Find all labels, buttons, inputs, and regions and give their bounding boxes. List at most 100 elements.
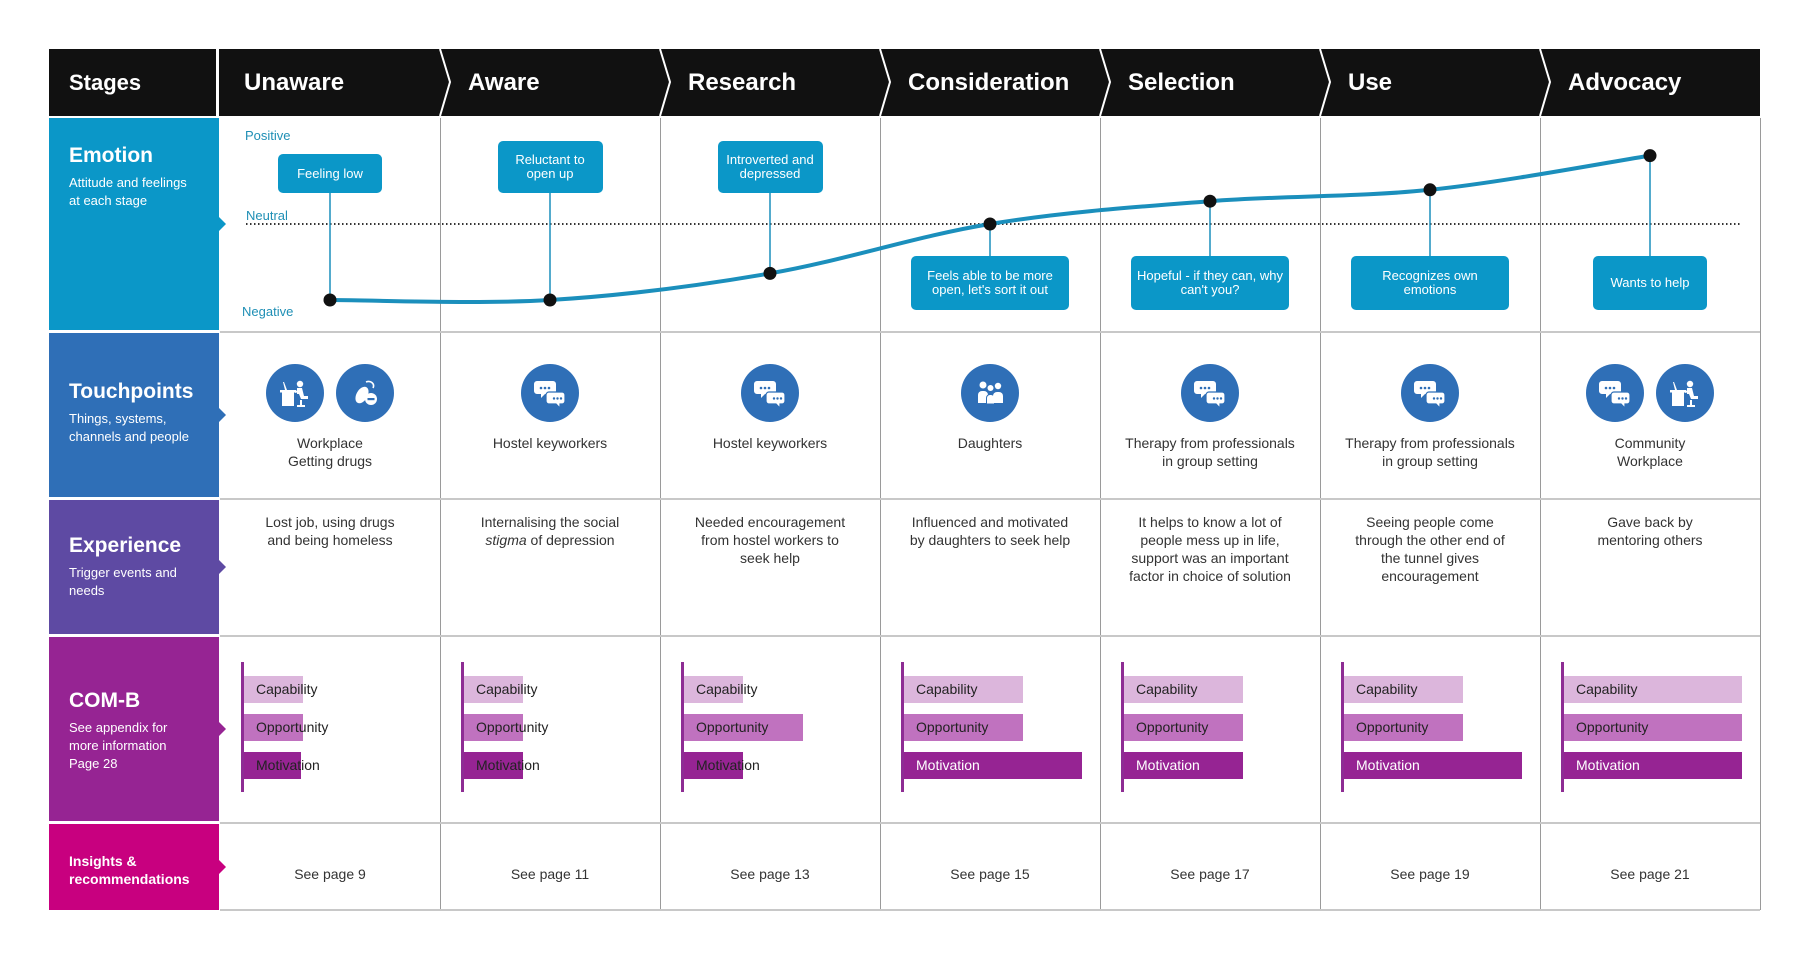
touchpoint-icons	[1540, 364, 1760, 422]
touchpoint-icons	[1320, 364, 1540, 422]
experience-text-line: Gave back by	[1607, 514, 1693, 530]
experience-text-line: Needed encouragement	[694, 514, 846, 530]
experience-text: Needed encouragement from hostel workers …	[660, 513, 880, 567]
touchpoint-cell: Therapy from professionals in group setti…	[1320, 364, 1540, 470]
touchpoint-cell: Hostel keyworkers	[660, 364, 880, 452]
experience-text-line: Influenced and motivated	[911, 514, 1069, 530]
emotion-callout: Recognizes own emotions	[1351, 256, 1509, 310]
comb-bar-label: Capability	[1136, 681, 1198, 697]
experience-text: Lost job, using drugs and being homeless	[220, 513, 440, 549]
emotion-point-research	[763, 266, 777, 280]
emotion-point-use	[1423, 183, 1437, 197]
experience-text: Internalising the social stigma of depres…	[440, 513, 660, 549]
chat-bubbles-icon	[1586, 364, 1644, 422]
emotion-callout: Hopeful - if they can, why can't you?	[1131, 256, 1289, 310]
comb-bar-label: Opportunity	[1576, 719, 1649, 735]
touchpoint-label-line: Hostel keyworkers	[712, 435, 828, 451]
touchpoint-label: Hostel keyworkers	[440, 434, 660, 452]
touchpoint-label-line: Daughters	[957, 435, 1023, 451]
workplace-desk-icon	[1656, 364, 1714, 422]
chat-bubbles-icon	[521, 364, 579, 422]
touchpoint-icons	[440, 364, 660, 422]
emotion-callout: Wants to help	[1593, 256, 1707, 310]
experience-text: Seeing people come through the other end …	[1320, 513, 1540, 585]
experience-text-line: Internalising the social	[480, 514, 620, 530]
touchpoint-label-line: Therapy from professionals	[1345, 435, 1515, 451]
experience-text-line: It helps to know a lot of	[1138, 514, 1282, 530]
emotion-point-aware	[543, 293, 557, 307]
emotion-callout: Feels able to be more open, let's sort i…	[911, 256, 1069, 310]
touchpoint-icons	[220, 364, 440, 422]
experience-text-line: factor in choice of solution	[1129, 568, 1291, 584]
comb-bar-label: Opportunity	[1356, 719, 1429, 735]
insight-link[interactable]: See page 21	[1540, 864, 1760, 884]
comb-bar-label: Capability	[1356, 681, 1418, 697]
touchpoint-label-line: Community	[1614, 435, 1686, 451]
touchpoint-label-line: in group setting	[1382, 453, 1478, 469]
experience-text-line: through the other end of	[1355, 532, 1505, 548]
touchpoint-label: Workplace Getting drugs	[220, 434, 440, 470]
touchpoint-icons	[1100, 364, 1320, 422]
touchpoint-label-line: in group setting	[1162, 453, 1258, 469]
comb-bar-label: Capability	[476, 681, 538, 697]
comb-bar-label: Capability	[1576, 681, 1638, 697]
comb-bar-label: Opportunity	[696, 719, 769, 735]
experience-text-line: the tunnel gives	[1380, 550, 1480, 566]
chat-bubbles-icon	[1181, 364, 1239, 422]
experience-text-line: stigma of depression	[485, 532, 615, 548]
experience-text: Influenced and motivated by daughters to …	[880, 513, 1100, 549]
insight-link[interactable]: See page 13	[660, 864, 880, 884]
comb-bar-label: Motivation	[916, 757, 980, 773]
family-group-icon	[961, 364, 1019, 422]
insight-link[interactable]: See page 9	[220, 864, 440, 884]
comb-bar-label: Motivation	[696, 757, 760, 773]
experience-text-line: seek help	[740, 550, 800, 566]
experience-text: It helps to know a lot of people mess up …	[1100, 513, 1320, 585]
emotion-point-selection	[1203, 194, 1217, 208]
experience-text-line: mentoring others	[1597, 532, 1703, 548]
touchpoint-icons	[660, 364, 880, 422]
emotion-callout: Introverted and depressed	[717, 141, 823, 193]
touchpoint-label: Therapy from professionals in group setti…	[1320, 434, 1540, 470]
experience-text-line: by daughters to seek help	[909, 532, 1071, 548]
experience-text-line: support was an important	[1131, 550, 1289, 566]
comb-bar-label: Motivation	[1136, 757, 1200, 773]
touchpoint-cell: Therapy from professionals in group setti…	[1100, 364, 1320, 470]
experience-text: Gave back by mentoring others	[1540, 513, 1760, 549]
experience-text-line: and being homeless	[267, 532, 393, 548]
emotion-point-consideration	[983, 217, 997, 231]
touchpoint-cell: Daughters	[880, 364, 1100, 452]
emotion-point-advocacy	[1643, 149, 1657, 163]
touchpoint-cell: Hostel keyworkers	[440, 364, 660, 452]
comb-bar-label: Motivation	[476, 757, 540, 773]
touchpoint-label-line: Workplace	[1617, 453, 1683, 469]
touchpoint-cell: Workplace Getting drugs	[220, 364, 440, 470]
touchpoint-label: Community Workplace	[1540, 434, 1760, 470]
insight-link[interactable]: See page 11	[440, 864, 660, 884]
emotion-callout: Feeling low	[278, 154, 382, 193]
touchpoint-label-line: Workplace	[297, 435, 363, 451]
comb-bar-label: Capability	[256, 681, 318, 697]
touchpoint-label-line: Getting drugs	[287, 453, 373, 469]
touchpoint-label: Daughters	[880, 434, 1100, 452]
emotion-callout: Reluctant to open up	[497, 141, 603, 193]
comb-bar-label: Opportunity	[1136, 719, 1209, 735]
insight-link[interactable]: See page 19	[1320, 864, 1540, 884]
emotion-curve-chart	[246, 149, 1740, 307]
comb-bar-label: Capability	[696, 681, 758, 697]
insight-link[interactable]: See page 15	[880, 864, 1100, 884]
touchpoint-label-line: Hostel keyworkers	[492, 435, 608, 451]
touchpoint-icons	[880, 364, 1100, 422]
comb-bar-label: Motivation	[1356, 757, 1420, 773]
emphasis: stigma	[485, 532, 527, 548]
comb-bar-label: Motivation	[256, 757, 320, 773]
chat-bubbles-icon	[1401, 364, 1459, 422]
comb-bar-label: Opportunity	[476, 719, 549, 735]
insight-link[interactable]: See page 17	[1100, 864, 1320, 884]
experience-text-line: Seeing people come	[1366, 514, 1494, 530]
chat-bubbles-icon	[741, 364, 799, 422]
touchpoint-label: Therapy from professionals in group setti…	[1100, 434, 1320, 470]
drugs-pill-icon	[336, 364, 394, 422]
comb-bar-label: Motivation	[1576, 757, 1640, 773]
comb-bar-label: Capability	[916, 681, 978, 697]
